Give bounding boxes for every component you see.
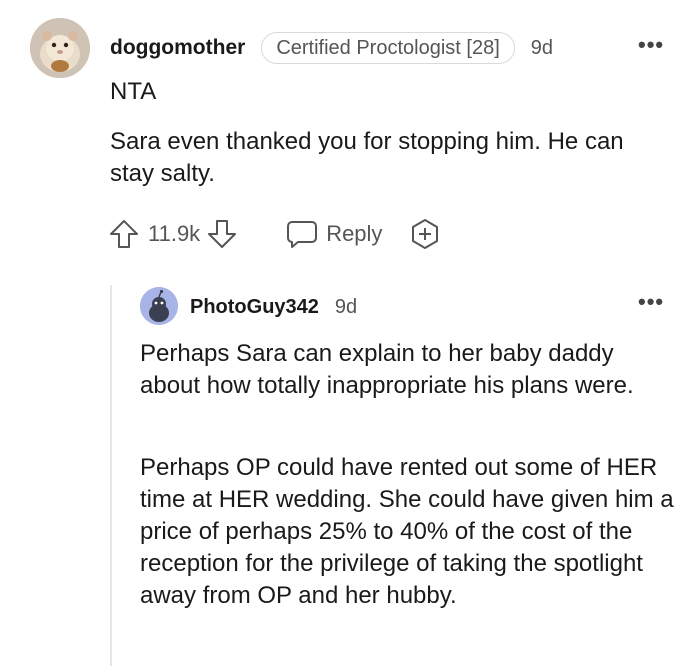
hamster-avatar-icon [30, 18, 90, 78]
reply-paragraph-2: Perhaps OP could have rented out some of… [140, 454, 674, 609]
award-plus-icon [412, 219, 439, 249]
comment-paragraph-1: NTA [110, 78, 157, 105]
reply-paragraph-1: Perhaps Sara can explain to her baby dad… [140, 340, 634, 399]
reply-username[interactable]: PhotoGuy342 [190, 296, 319, 319]
downvote-arrow-icon[interactable] [206, 218, 238, 250]
comment-paragraph-2: Sara even thanked you for stopping him. … [110, 128, 624, 187]
user-avatar[interactable] [30, 18, 90, 78]
comment-username[interactable]: doggomother [110, 36, 245, 60]
reply-meta: PhotoGuy342 9d [190, 292, 357, 322]
comment-timestamp: 9d [530, 36, 553, 59]
more-options-button[interactable]: ••• [638, 34, 664, 56]
reply-more-options-button[interactable]: ••• [638, 291, 664, 313]
comment-meta: doggomother Certified Proctologist [28] … [110, 32, 553, 64]
reply-button[interactable]: Reply [286, 219, 382, 249]
award-button[interactable] [408, 217, 442, 251]
chat-bubble-icon [286, 219, 318, 249]
comment-actions: 11.9k Reply [108, 214, 442, 254]
user-flair: Certified Proctologist [28] [261, 32, 515, 64]
reply-label: Reply [326, 221, 383, 246]
vote-score: 11.9k [148, 221, 201, 246]
reply-timestamp: 9d [334, 295, 358, 318]
snoo-avatar-icon [140, 287, 178, 325]
thread-line[interactable] [110, 285, 112, 666]
upvote-arrow-icon[interactable] [108, 218, 140, 250]
reply-user-avatar[interactable] [140, 287, 178, 325]
